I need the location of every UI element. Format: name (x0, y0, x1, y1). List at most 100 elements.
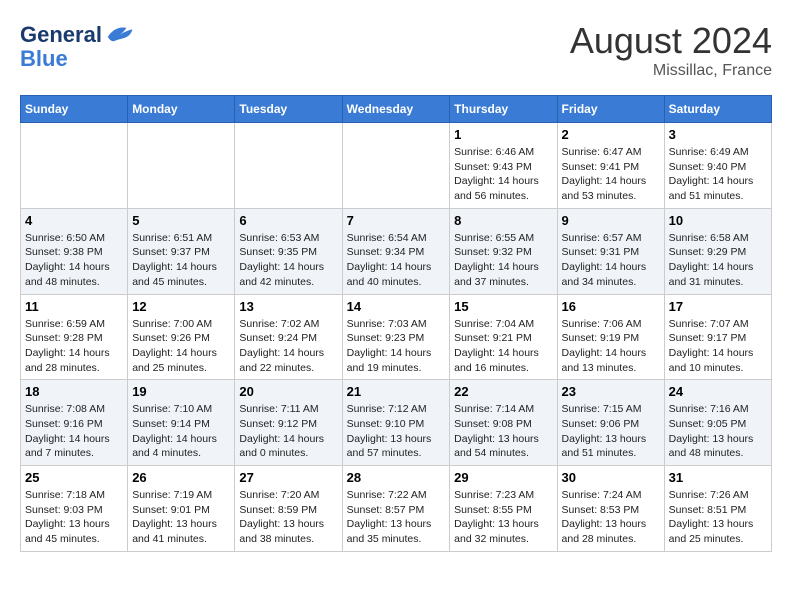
calendar-week-row: 1 Sunrise: 6:46 AM Sunset: 9:43 PM Daylig… (21, 123, 772, 209)
calendar-cell (128, 123, 235, 209)
calendar-day-header: Tuesday (235, 96, 342, 123)
calendar-cell: 17 Sunrise: 7:07 AM Sunset: 9:17 PM Dayli… (664, 294, 771, 380)
calendar-cell: 6 Sunrise: 6:53 AM Sunset: 9:35 PM Daylig… (235, 208, 342, 294)
calendar-week-row: 25Sunrise: 7:18 AM Sunset: 9:03 PM Dayli… (21, 466, 772, 552)
calendar-day-header: Monday (128, 96, 235, 123)
calendar-day-header: Friday (557, 96, 664, 123)
day-info: Sunrise: 6:50 AM Sunset: 9:38 PM Dayligh… (25, 231, 123, 290)
calendar-cell: 10 Sunrise: 6:58 AM Sunset: 9:29 PM Dayli… (664, 208, 771, 294)
calendar-week-row: 4 Sunrise: 6:50 AM Sunset: 9:38 PM Daylig… (21, 208, 772, 294)
day-number: 4 (25, 213, 123, 228)
day-number: 7 (347, 213, 446, 228)
calendar-cell: 28Sunrise: 7:22 AM Sunset: 8:57 PM Dayli… (342, 466, 450, 552)
calendar-cell (21, 123, 128, 209)
day-info: Sunrise: 6:54 AM Sunset: 9:34 PM Dayligh… (347, 231, 446, 290)
day-info: Sunrise: 6:57 AM Sunset: 9:31 PM Dayligh… (562, 231, 660, 290)
day-number: 9 (562, 213, 660, 228)
calendar-cell: 5 Sunrise: 6:51 AM Sunset: 9:37 PM Daylig… (128, 208, 235, 294)
calendar-cell: 9 Sunrise: 6:57 AM Sunset: 9:31 PM Daylig… (557, 208, 664, 294)
day-info: Sunrise: 7:16 AM Sunset: 9:05 PM Dayligh… (669, 402, 767, 461)
calendar-cell: 23 Sunrise: 7:15 AM Sunset: 9:06 PM Dayli… (557, 380, 664, 466)
day-number: 14 (347, 299, 446, 314)
logo-text: General (20, 23, 102, 47)
day-info: Sunrise: 7:14 AM Sunset: 9:08 PM Dayligh… (454, 402, 552, 461)
day-info: Sunrise: 7:04 AM Sunset: 9:21 PM Dayligh… (454, 317, 552, 376)
day-info: Sunrise: 6:46 AM Sunset: 9:43 PM Dayligh… (454, 145, 552, 204)
calendar-cell: 16 Sunrise: 7:06 AM Sunset: 9:19 PM Dayli… (557, 294, 664, 380)
logo: General Blue (20, 20, 134, 72)
day-number: 3 (669, 127, 767, 142)
calendar-cell: 8 Sunrise: 6:55 AM Sunset: 9:32 PM Daylig… (450, 208, 557, 294)
day-info: Sunrise: 6:47 AM Sunset: 9:41 PM Dayligh… (562, 145, 660, 204)
day-info: Sunrise: 6:53 AM Sunset: 9:35 PM Dayligh… (239, 231, 337, 290)
calendar-cell: 1 Sunrise: 6:46 AM Sunset: 9:43 PM Daylig… (450, 123, 557, 209)
day-number: 20 (239, 384, 337, 399)
day-info: Sunrise: 7:19 AM Sunset: 9:01 PM Dayligh… (132, 488, 230, 547)
day-number: 2 (562, 127, 660, 142)
day-info: Sunrise: 7:07 AM Sunset: 9:17 PM Dayligh… (669, 317, 767, 376)
page-header: General Blue August 2024 Missillac, Fran… (20, 20, 772, 80)
day-info: Sunrise: 7:11 AM Sunset: 9:12 PM Dayligh… (239, 402, 337, 461)
day-number: 13 (239, 299, 337, 314)
day-number: 10 (669, 213, 767, 228)
calendar-cell: 14Sunrise: 7:03 AM Sunset: 9:23 PM Dayli… (342, 294, 450, 380)
day-number: 31 (669, 470, 767, 485)
day-number: 15 (454, 299, 552, 314)
day-info: Sunrise: 7:15 AM Sunset: 9:06 PM Dayligh… (562, 402, 660, 461)
calendar-cell: 18Sunrise: 7:08 AM Sunset: 9:16 PM Dayli… (21, 380, 128, 466)
day-number: 6 (239, 213, 337, 228)
day-number: 16 (562, 299, 660, 314)
calendar-week-row: 11Sunrise: 6:59 AM Sunset: 9:28 PM Dayli… (21, 294, 772, 380)
day-number: 19 (132, 384, 230, 399)
day-number: 24 (669, 384, 767, 399)
calendar-week-row: 18Sunrise: 7:08 AM Sunset: 9:16 PM Dayli… (21, 380, 772, 466)
calendar-day-header: Thursday (450, 96, 557, 123)
day-number: 17 (669, 299, 767, 314)
day-number: 25 (25, 470, 123, 485)
calendar-day-header: Wednesday (342, 96, 450, 123)
calendar-cell: 20 Sunrise: 7:11 AM Sunset: 9:12 PM Dayli… (235, 380, 342, 466)
day-info: Sunrise: 6:49 AM Sunset: 9:40 PM Dayligh… (669, 145, 767, 204)
day-info: Sunrise: 7:06 AM Sunset: 9:19 PM Dayligh… (562, 317, 660, 376)
calendar-table: SundayMondayTuesdayWednesdayThursdayFrid… (20, 95, 772, 552)
day-number: 26 (132, 470, 230, 485)
calendar-cell: 15 Sunrise: 7:04 AM Sunset: 9:21 PM Dayli… (450, 294, 557, 380)
calendar-cell: 24 Sunrise: 7:16 AM Sunset: 9:05 PM Dayli… (664, 380, 771, 466)
calendar-cell: 7 Sunrise: 6:54 AM Sunset: 9:34 PM Daylig… (342, 208, 450, 294)
day-info: Sunrise: 6:51 AM Sunset: 9:37 PM Dayligh… (132, 231, 230, 290)
calendar-cell: 11Sunrise: 6:59 AM Sunset: 9:28 PM Dayli… (21, 294, 128, 380)
day-number: 5 (132, 213, 230, 228)
day-info: Sunrise: 6:55 AM Sunset: 9:32 PM Dayligh… (454, 231, 552, 290)
calendar-cell: 4 Sunrise: 6:50 AM Sunset: 9:38 PM Daylig… (21, 208, 128, 294)
day-number: 27 (239, 470, 337, 485)
calendar-cell: 2 Sunrise: 6:47 AM Sunset: 9:41 PM Daylig… (557, 123, 664, 209)
month-title: August 2024 (570, 20, 772, 62)
calendar-cell: 25Sunrise: 7:18 AM Sunset: 9:03 PM Dayli… (21, 466, 128, 552)
calendar-cell (342, 123, 450, 209)
calendar-cell: 19 Sunrise: 7:10 AM Sunset: 9:14 PM Dayli… (128, 380, 235, 466)
day-number: 11 (25, 299, 123, 314)
day-number: 1 (454, 127, 552, 142)
day-number: 22 (454, 384, 552, 399)
day-info: Sunrise: 6:58 AM Sunset: 9:29 PM Dayligh… (669, 231, 767, 290)
title-section: August 2024 Missillac, France (570, 20, 772, 80)
day-info: Sunrise: 7:10 AM Sunset: 9:14 PM Dayligh… (132, 402, 230, 461)
day-number: 30 (562, 470, 660, 485)
location: Missillac, France (570, 62, 772, 80)
day-info: Sunrise: 7:12 AM Sunset: 9:10 PM Dayligh… (347, 402, 446, 461)
calendar-cell: 30Sunrise: 7:24 AM Sunset: 8:53 PM Dayli… (557, 466, 664, 552)
calendar-cell: 29Sunrise: 7:23 AM Sunset: 8:55 PM Dayli… (450, 466, 557, 552)
calendar-cell: 3 Sunrise: 6:49 AM Sunset: 9:40 PM Daylig… (664, 123, 771, 209)
calendar-cell: 12Sunrise: 7:00 AM Sunset: 9:26 PM Dayli… (128, 294, 235, 380)
logo-bird-icon (104, 20, 134, 50)
calendar-day-header: Saturday (664, 96, 771, 123)
day-number: 29 (454, 470, 552, 485)
day-info: Sunrise: 7:22 AM Sunset: 8:57 PM Dayligh… (347, 488, 446, 547)
day-info: Sunrise: 7:00 AM Sunset: 9:26 PM Dayligh… (132, 317, 230, 376)
day-info: Sunrise: 7:20 AM Sunset: 8:59 PM Dayligh… (239, 488, 337, 547)
day-number: 23 (562, 384, 660, 399)
day-number: 21 (347, 384, 446, 399)
day-number: 8 (454, 213, 552, 228)
calendar-cell: 21 Sunrise: 7:12 AM Sunset: 9:10 PM Dayli… (342, 380, 450, 466)
day-info: Sunrise: 7:08 AM Sunset: 9:16 PM Dayligh… (25, 402, 123, 461)
